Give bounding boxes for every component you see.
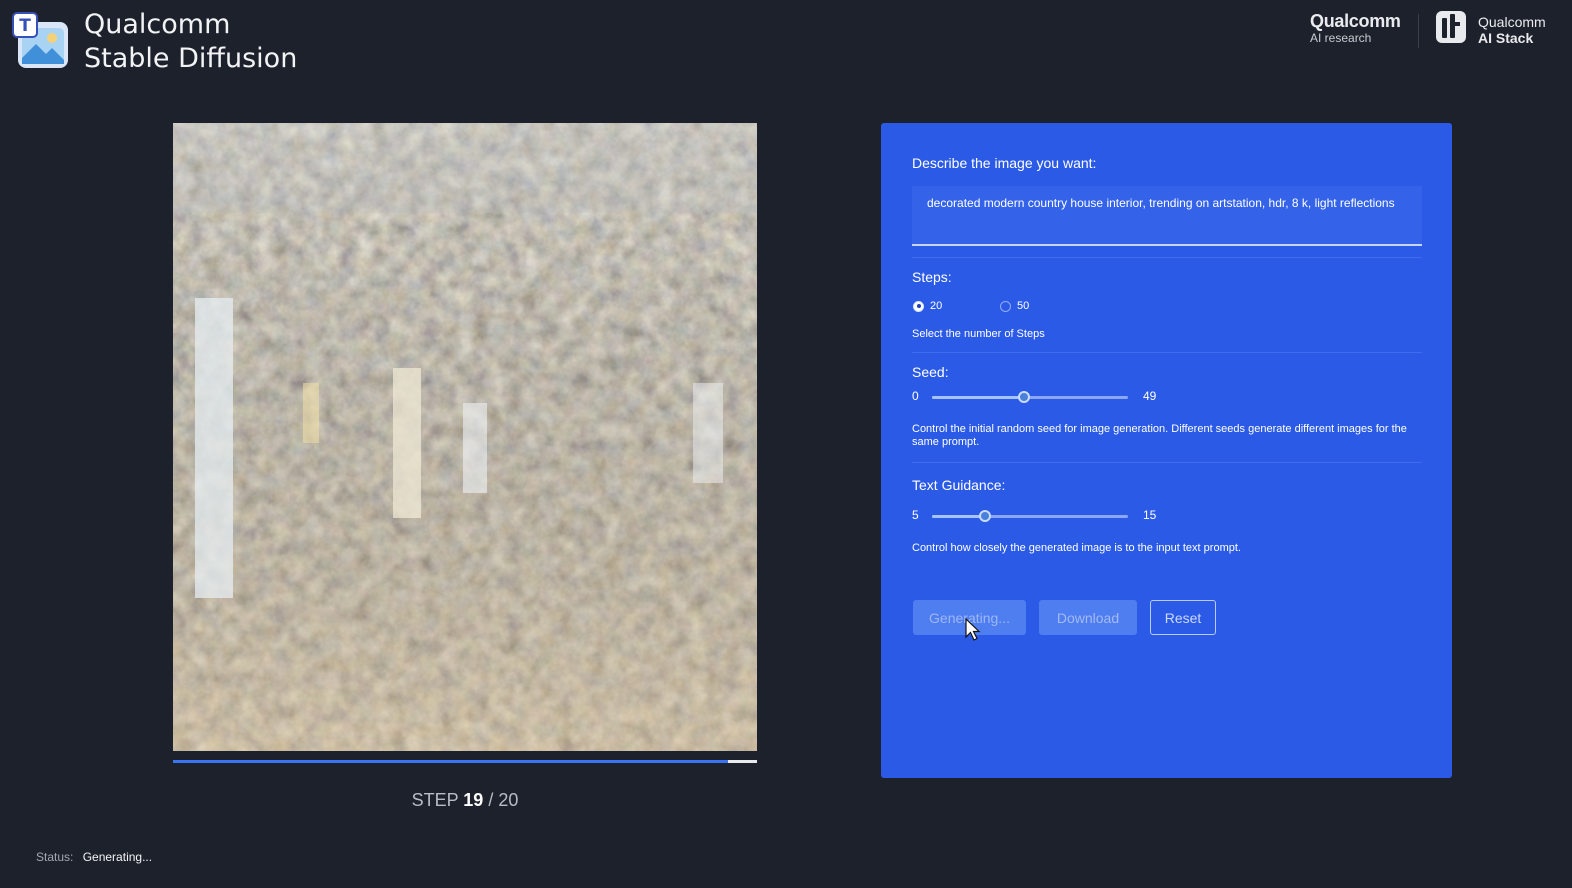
step-separator: / — [488, 790, 494, 810]
seed-slider[interactable] — [932, 391, 1128, 403]
step-total: 20 — [498, 790, 519, 810]
guidance-slider[interactable] — [932, 510, 1128, 522]
generation-progress-bar — [173, 760, 757, 763]
seed-min: 0 — [912, 389, 919, 403]
download-button[interactable]: Download — [1039, 600, 1137, 635]
reset-button[interactable]: Reset — [1150, 600, 1216, 635]
guidance-slider-thumb[interactable] — [978, 510, 991, 522]
guidance-label: Text Guidance: — [912, 477, 1006, 493]
generation-progress-fill — [173, 760, 728, 763]
radio-unselected-icon[interactable] — [1000, 300, 1011, 312]
divider — [912, 352, 1422, 353]
steps-help: Select the number of Steps — [912, 328, 1045, 340]
guidance-help: Control how closely the generated image … — [912, 542, 1241, 554]
app-title-line2: Stable Diffusion — [84, 43, 298, 74]
svg-text:T: T — [19, 16, 31, 36]
status-bar: Status: Generating... — [36, 850, 152, 864]
qualcomm-ai-stack-logo: Qualcomm AI Stack — [1478, 14, 1546, 46]
prompt-label: Describe the image you want: — [912, 155, 1097, 171]
steps-option-20-label: 20 — [930, 300, 943, 312]
ai-stack-icon — [1436, 11, 1466, 43]
steps-radio-50[interactable]: 50 — [1000, 300, 1029, 312]
step-current: 19 — [463, 790, 484, 810]
app-logo-icon: T — [12, 12, 68, 68]
brand-stack-line1: Qualcomm — [1478, 14, 1546, 30]
generated-image-canvas — [173, 123, 757, 751]
seed-label: Seed: — [912, 364, 949, 380]
status-label: Status: — [36, 850, 74, 864]
seed-slider-thumb[interactable] — [1018, 391, 1030, 403]
guidance-max: 15 — [1143, 508, 1157, 522]
brand-divider — [1418, 14, 1419, 48]
brand-stack-line2: AI Stack — [1478, 30, 1534, 46]
steps-radio-20[interactable]: 20 — [913, 300, 942, 312]
app-title-line1: Qualcomm — [84, 9, 231, 40]
mouse-cursor-icon — [965, 618, 981, 641]
status-value: Generating... — [82, 850, 153, 864]
step-label: STEP — [411, 790, 459, 810]
guidance-slider-fill — [932, 515, 985, 518]
divider — [912, 257, 1422, 258]
steps-option-50-label: 50 — [1017, 300, 1030, 312]
seed-help: Control the initial random seed for imag… — [912, 423, 1407, 448]
app-title: Qualcomm Stable Diffusion — [84, 8, 297, 76]
steps-label: Steps: — [912, 269, 952, 285]
brand-research-sub: AI research — [1310, 31, 1372, 45]
step-counter: STEP 19 / 20 — [173, 790, 757, 811]
seed-max: 49 — [1143, 389, 1157, 403]
control-panel: Describe the image you want: decorated m… — [881, 123, 1452, 778]
divider — [912, 462, 1422, 463]
qualcomm-ai-research-logo: Qualcomm AI research — [1310, 12, 1401, 44]
radio-selected-icon[interactable] — [913, 300, 924, 312]
generated-image — [173, 123, 757, 751]
seed-slider-fill — [932, 396, 1024, 399]
prompt-input[interactable]: decorated modern country house interior,… — [912, 186, 1422, 246]
guidance-min: 5 — [912, 508, 919, 522]
brand-research-name: Qualcomm — [1310, 11, 1401, 31]
